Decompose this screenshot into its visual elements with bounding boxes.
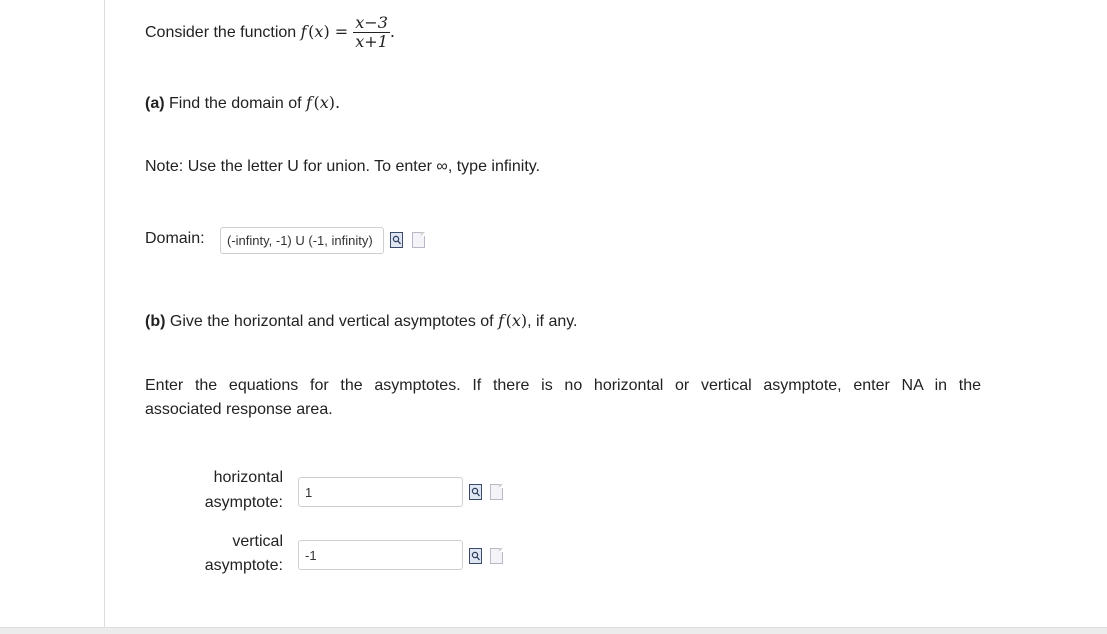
vertical-help-icon[interactable] <box>490 548 503 564</box>
intro-text: Consider the function <box>145 24 297 41</box>
problem-intro: Consider the function f (x) = x−3 x+1. <box>145 13 395 52</box>
part-b-tag: (b) <box>145 313 166 330</box>
vertical-label-line1: vertical <box>232 533 283 550</box>
instructions-line-2: associated response area. <box>145 401 333 418</box>
horizontal-label-line1: horizontal <box>213 469 283 486</box>
horizontal-label-line2: asymptote: <box>204 494 283 511</box>
content-left-border <box>104 0 105 627</box>
horizontal-asymptote-input[interactable] <box>298 477 463 507</box>
note-text: Note: Use the letter U for union. To ent… <box>145 158 541 175</box>
vertical-preview-icon[interactable] <box>469 548 482 564</box>
part-a-tag: (a) <box>145 95 165 112</box>
part-a-text: Find the domain of <box>169 95 302 112</box>
horizontal-preview-icon[interactable] <box>469 484 482 500</box>
horizontal-help-icon[interactable] <box>490 484 503 500</box>
domain-preview-icon[interactable] <box>390 232 403 248</box>
part-b-text: Give the horizontal and vertical asympto… <box>169 313 494 330</box>
fraction-numerator: x−3 <box>353 13 390 34</box>
domain-label: Domain: <box>145 230 205 247</box>
fraction-denominator: x+1 <box>355 32 388 52</box>
infinity-symbol: ∞ <box>436 158 448 175</box>
part-b-prompt: (b) Give the horizontal and vertical asy… <box>145 311 578 330</box>
instructions-line-1: Enter the equations for the asymptotes. … <box>145 377 981 394</box>
vertical-asymptote-input[interactable] <box>298 540 463 570</box>
function-fraction: x−3 x+1 <box>353 14 390 51</box>
domain-help-icon[interactable] <box>412 232 425 248</box>
vertical-label-line2: asymptote: <box>204 557 283 574</box>
domain-input[interactable] <box>220 227 384 254</box>
part-a-prompt: (a) Find the domain of f (x). <box>145 93 341 112</box>
